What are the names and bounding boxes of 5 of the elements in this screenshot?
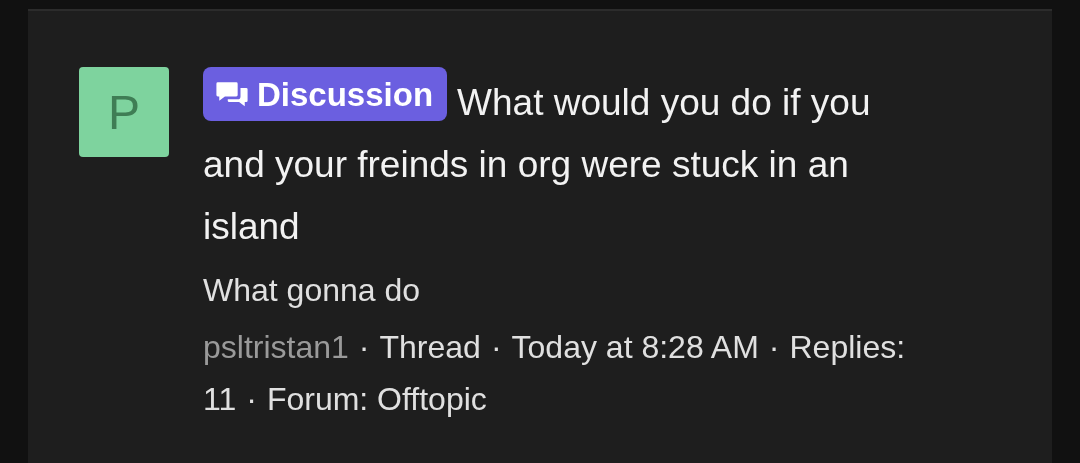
thread-snippet: What gonna do — [203, 272, 422, 309]
discussion-badge: Discussion — [203, 67, 448, 121]
author-link[interactable]: psltristan1 — [203, 329, 349, 365]
thread-meta: psltristan1 · Thread · Today at 8:28 AM · Replies: 11 · Forum: Offtopic — [203, 328, 907, 419]
thread-title[interactable]: Discussion What would you do if you and your freinds in org were stuck in an island — [203, 67, 938, 258]
